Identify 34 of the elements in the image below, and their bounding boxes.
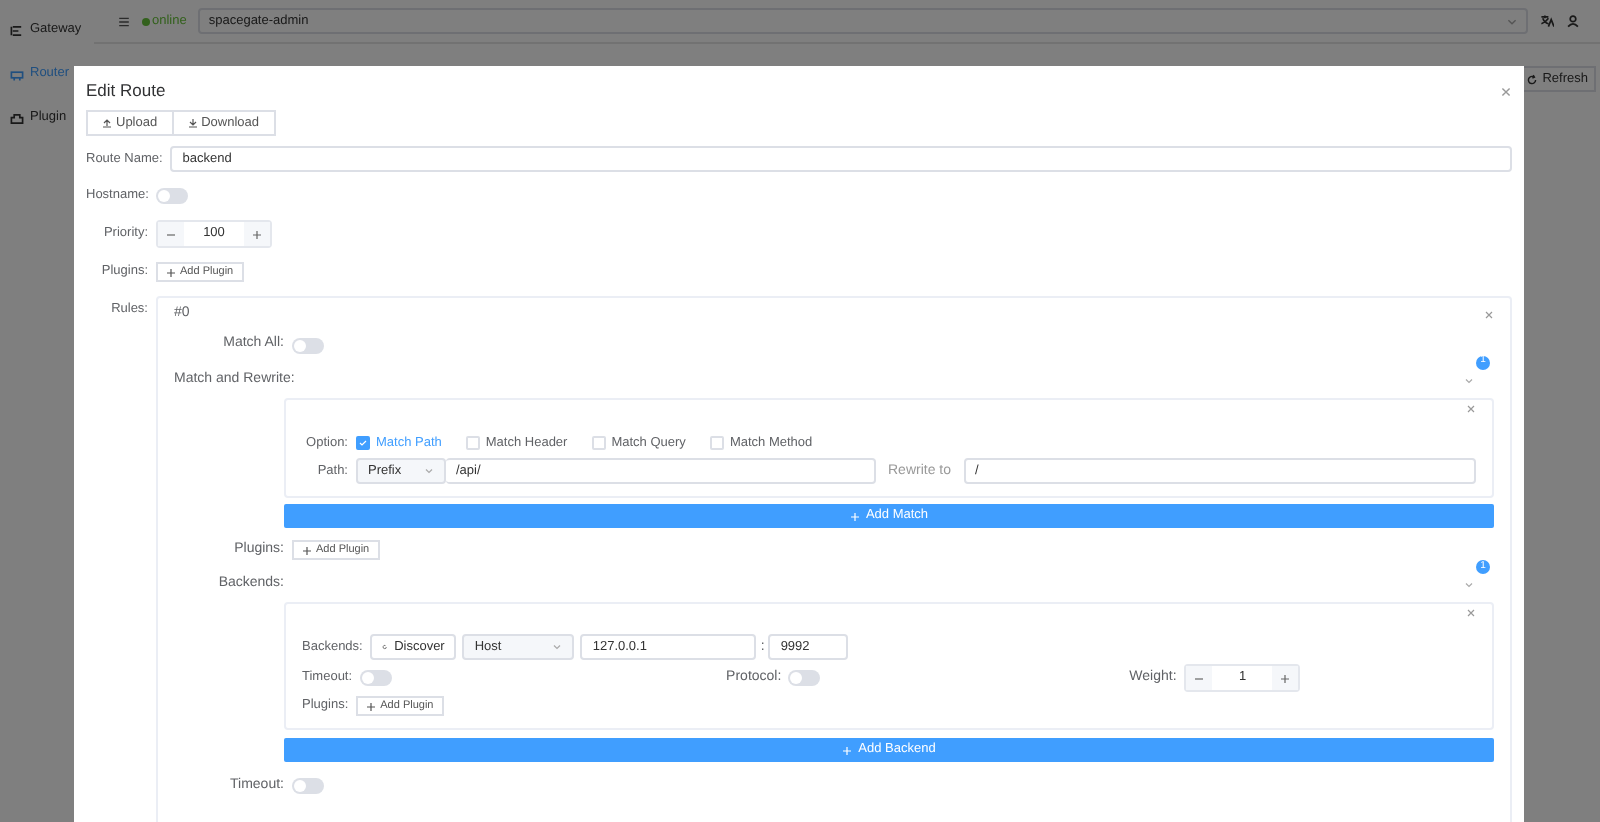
plus-icon <box>166 267 176 277</box>
chevron-icon <box>1464 375 1474 385</box>
upload-icon <box>102 118 112 128</box>
router-icon <box>10 67 24 81</box>
hostname-toggle[interactable] <box>156 188 189 204</box>
close-button[interactable] <box>1466 608 1476 619</box>
menu-icon <box>118 15 130 27</box>
refresh-icon <box>1526 73 1539 85</box>
close-icon <box>1466 608 1476 619</box>
plus-icon <box>849 511 860 522</box>
chevron-icon <box>1506 15 1519 27</box>
match-all-toggle[interactable] <box>292 337 324 353</box>
protocol-toggle[interactable] <box>787 670 820 687</box>
plus-icon <box>366 701 377 712</box>
close-icon <box>1484 309 1494 320</box>
chevron-icon <box>424 466 434 477</box>
chevron-icon <box>552 642 563 653</box>
close-button[interactable] <box>1466 403 1476 413</box>
dialog-title: Edit Route <box>86 78 166 104</box>
plus-icon <box>302 545 312 556</box>
download-icon <box>187 118 198 128</box>
check-icon <box>358 437 368 448</box>
close-button[interactable] <box>1500 85 1512 97</box>
timeout-toggle[interactable] <box>292 778 324 795</box>
close-icon <box>1500 85 1512 97</box>
close-button[interactable] <box>1484 309 1494 320</box>
status-dot-icon <box>142 17 150 25</box>
plus-icon <box>842 745 853 756</box>
user-icon <box>1566 14 1581 28</box>
list-icon <box>10 23 24 37</box>
close-icon <box>1466 403 1476 413</box>
translate-icon <box>1540 14 1555 28</box>
timeout-toggle[interactable] <box>360 670 393 687</box>
chevron-icon <box>1464 580 1474 591</box>
